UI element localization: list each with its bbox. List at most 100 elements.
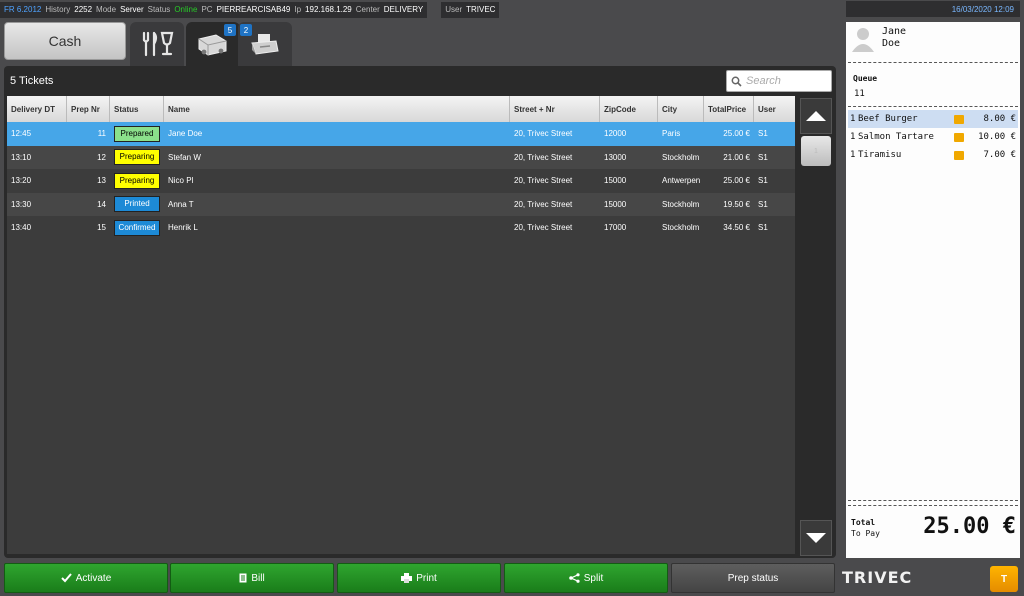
scroll-thumb[interactable]: 1 (801, 136, 831, 166)
tickets-panel: 5 Tickets Delivery DT Prep Nr Status Nam… (4, 66, 836, 558)
item-price: 8.00 € (983, 114, 1016, 124)
trivec-menu-button[interactable]: T (990, 566, 1018, 592)
version-value: FR 6.2012 (4, 5, 42, 14)
cash-button[interactable]: Cash (4, 22, 126, 60)
pc-label: PC (201, 5, 213, 14)
table-row[interactable]: 13:40 15 Confirmed Henrik L 20, Trivec S… (7, 216, 795, 240)
prep-status-button[interactable]: Prep status (671, 563, 835, 593)
cell-name: Stefan W (168, 152, 201, 162)
tab-printer[interactable]: 2 (238, 22, 292, 66)
print-icon (401, 573, 413, 583)
cell-street: 20, Trivec Street (514, 152, 573, 162)
status-badge: Preparing (114, 172, 160, 189)
user-segment: User TRIVEC (441, 1, 500, 18)
sent-tag-icon (954, 150, 964, 160)
cell-status: Preparing (110, 149, 164, 166)
ip-label: Ip (294, 5, 302, 14)
cell-user: S1 (758, 199, 768, 209)
scroll-up-button[interactable] (800, 98, 832, 134)
customer-first-name: Jane (882, 26, 907, 37)
center-label: Center (355, 5, 380, 14)
receipt-printer-icon (251, 34, 279, 55)
item-name: Beef Burger (858, 114, 918, 124)
search-box[interactable] (726, 70, 832, 92)
cell-total-price: 21.00 € (723, 152, 750, 162)
table-row[interactable]: 12:45 11 Prepared Jane Doe 20, Trivec St… (7, 122, 795, 146)
cell-status: Confirmed (110, 219, 164, 236)
cell-name: Anna T (168, 199, 194, 209)
cell-delivery-dt: 12:45 (11, 129, 32, 139)
delivery-count-badge: 5 (224, 24, 236, 36)
total-amount: 25.00 € (923, 514, 1016, 539)
activate-button[interactable]: Activate (4, 563, 168, 593)
tab-table-service[interactable] (130, 22, 184, 66)
table-row[interactable]: 13:10 12 Preparing Stefan W 20, Trivec S… (7, 145, 795, 169)
cutlery-glass-icon (142, 31, 174, 57)
cell-street: 20, Trivec Street (514, 129, 573, 139)
column-header-total-price[interactable]: TotalPrice (704, 96, 754, 122)
column-header-name[interactable]: Name (164, 96, 510, 122)
column-header-delivery-dt[interactable]: Delivery DT (7, 96, 67, 122)
receipt-panel: Jane Doe Queue 1 1 1 Beef Burger 8.00 € 1… (846, 22, 1020, 558)
table-row[interactable]: 13:30 14 Printed Anna T 20, Trivec Stree… (7, 192, 795, 216)
cell-street: 20, Trivec Street (514, 199, 573, 209)
split-button[interactable]: Split (504, 563, 668, 593)
cell-total-price: 25.00 € (723, 176, 750, 186)
column-header-status[interactable]: Status (110, 96, 164, 122)
tickets-table: Delivery DT Prep Nr Status Name Street +… (7, 96, 795, 554)
list-item[interactable]: 1 Tiramisu 7.00 € (848, 146, 1018, 164)
divider (848, 500, 1018, 501)
print-button[interactable]: Print (337, 563, 501, 593)
table-row[interactable]: 13:20 13 Preparing Nico Pl 20, Trivec St… (7, 169, 795, 193)
queue-label: Queue (853, 74, 878, 83)
item-name: Tiramisu (858, 150, 902, 160)
list-item[interactable]: 1 Salmon Tartare 10.00 € (848, 128, 1018, 146)
bill-button[interactable]: Bill (170, 563, 334, 593)
column-header-city[interactable]: City (658, 96, 704, 122)
cell-delivery-dt: 13:10 (11, 152, 32, 162)
cell-prep-nr: 13 (97, 176, 106, 186)
bill-icon (239, 573, 247, 583)
to-pay-label: To Pay (851, 529, 880, 538)
cell-user: S1 (758, 176, 768, 186)
column-header-zipcode[interactable]: ZipCode (600, 96, 658, 122)
history-value: 2252 (74, 5, 93, 14)
divider (848, 62, 1018, 63)
cell-status: Preparing (110, 172, 164, 189)
divider (848, 106, 1018, 107)
cell-delivery-dt: 13:20 (11, 176, 32, 186)
center-value: DELIVERY (383, 5, 424, 14)
version-segment: FR 6.2012 History 2252 Mode Server Statu… (0, 1, 428, 18)
cell-total-price: 34.50 € (723, 223, 750, 233)
status-badge: Preparing (114, 149, 160, 166)
cell-user: S1 (758, 129, 768, 139)
cell-city: Stockholm (662, 199, 700, 209)
activate-label: Activate (75, 572, 112, 584)
arrow-down-icon (806, 533, 826, 543)
column-header-prep-nr[interactable]: Prep Nr (67, 96, 110, 122)
item-qty: 1 (850, 150, 856, 160)
divider (848, 505, 1018, 506)
list-item[interactable]: 1 Beef Burger 8.00 € (848, 110, 1018, 128)
cell-city: Stockholm (662, 152, 700, 162)
sent-tag-icon (954, 114, 964, 124)
cell-city: Paris (662, 129, 681, 139)
item-price: 10.00 € (978, 132, 1016, 142)
cell-name: Nico Pl (168, 176, 194, 186)
cell-street: 20, Trivec Street (514, 223, 573, 233)
scroll-down-button[interactable] (800, 520, 832, 556)
status-bar: FR 6.2012 History 2252 Mode Server Statu… (0, 0, 840, 18)
tab-delivery[interactable]: 5 (186, 22, 240, 66)
cell-city: Antwerpen (662, 176, 701, 186)
customer-last-name: Doe (882, 38, 901, 49)
cell-status: Prepared (110, 125, 164, 142)
column-header-user[interactable]: User (754, 96, 795, 122)
ip-value: 192.168.1.29 (305, 5, 352, 14)
status-badge: Printed (114, 196, 160, 213)
cell-zipcode: 15000 (604, 199, 627, 209)
cell-name: Henrik L (168, 223, 198, 233)
mode-label: Mode (96, 5, 117, 14)
column-header-street[interactable]: Street + Nr (510, 96, 600, 122)
item-qty: 1 (850, 132, 856, 142)
search-input[interactable] (746, 75, 830, 87)
